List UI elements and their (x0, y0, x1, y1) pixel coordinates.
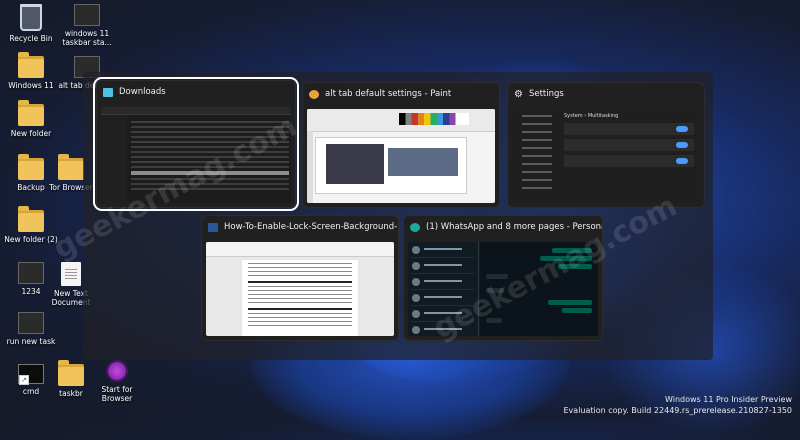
alt-tab-window-word[interactable]: How-To-Enable-Lock-Screen-Background-... (201, 215, 399, 341)
settings-gear-icon: ⚙ (514, 88, 523, 100)
shortcut-arrow-icon: ↗ (19, 375, 29, 385)
window-thumbnail (307, 109, 495, 203)
folder-icon (58, 360, 84, 386)
window-thumbnail (101, 107, 291, 203)
desktop-icon-recycle-bin[interactable]: Recycle Bin (0, 4, 62, 43)
alt-tab-window-whatsapp[interactable]: (1) WhatsApp and 8 more pages - Personal… (403, 215, 603, 341)
folder-icon (18, 206, 44, 232)
desktop-icon-new-folder-2[interactable]: New folder (2) (0, 206, 62, 244)
word-icon (208, 222, 218, 232)
window-thumbnail: System › Multitasking (512, 109, 700, 203)
alt-tab-window-settings[interactable]: ⚙ Settings System › Multitasking (507, 82, 705, 208)
file-explorer-icon (103, 87, 113, 97)
window-thumbnail (206, 242, 394, 336)
edge-icon (410, 222, 420, 232)
folder-icon (18, 100, 44, 126)
screenshot-file-icon (18, 312, 44, 334)
window-title: (1) WhatsApp and 8 more pages - Personal… (426, 222, 602, 232)
window-title: alt tab default settings - Paint (325, 89, 452, 99)
folder-icon (18, 52, 44, 78)
folder-icon (58, 154, 84, 180)
paint-icon (309, 89, 319, 99)
window-title: Settings (528, 89, 564, 99)
os-edition: Windows 11 Pro Insider Preview (664, 395, 792, 404)
desktop-icon-start-for-browser[interactable]: Start for Browser (86, 360, 148, 403)
window-title: Downloads (119, 87, 166, 97)
settings-breadcrumb: System › Multitasking (564, 113, 619, 119)
recycle-bin-icon (20, 4, 42, 31)
podcast-app-icon (106, 360, 128, 382)
desktop-icon-taskbar-screenshot[interactable]: windows 11 taskbar sta... (56, 4, 118, 47)
build-info: Evaluation copy. Build 22449.rs_prerelea… (563, 406, 793, 415)
desktop-icon-run-new-task[interactable]: run new task (0, 312, 62, 346)
desktop-icon-windows-11-folder[interactable]: Windows 11 (0, 52, 62, 90)
window-title: How-To-Enable-Lock-Screen-Background-... (224, 222, 398, 232)
screenshot-file-icon (74, 4, 100, 26)
text-document-icon (61, 262, 81, 286)
desktop-icon-new-folder[interactable]: New folder (0, 100, 62, 138)
alt-tab-window-downloads[interactable]: Downloads (93, 77, 299, 211)
window-thumbnail (408, 242, 598, 336)
alt-tab-window-paint[interactable]: alt tab default settings - Paint (302, 82, 500, 208)
evaluation-notice: Windows 11 Pro Insider Preview Evaluatio… (564, 394, 793, 416)
